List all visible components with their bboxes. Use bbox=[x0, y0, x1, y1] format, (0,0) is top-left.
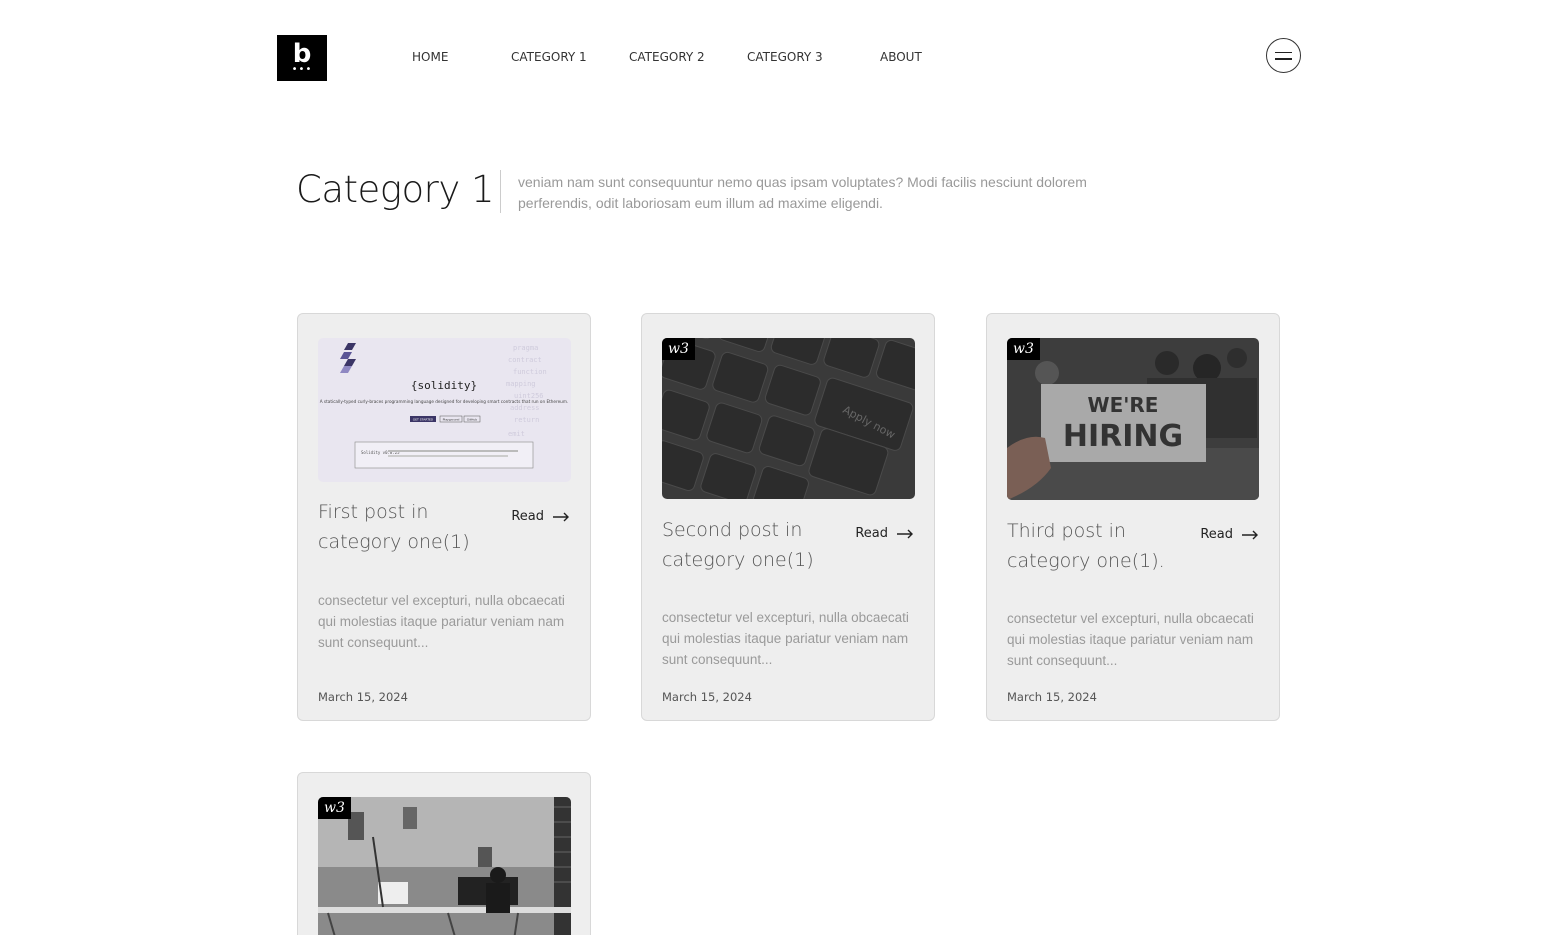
post-date: March 15, 2024 bbox=[318, 690, 408, 704]
nav-category-1[interactable]: CATEGORY 1 bbox=[511, 50, 587, 64]
logo-dots: ••• bbox=[291, 64, 313, 75]
post-thumbnail[interactable]: w3 bbox=[318, 797, 571, 935]
post-card[interactable]: w3 bbox=[297, 772, 591, 935]
svg-text:emit: emit bbox=[508, 430, 525, 438]
solidity-playground: Playground bbox=[443, 418, 460, 422]
post-excerpt: consectetur vel excepturi, nulla obcaeca… bbox=[1007, 611, 1254, 668]
w3-badge: w3 bbox=[1007, 338, 1040, 360]
solidity-brand: {solidity} bbox=[411, 379, 477, 392]
read-label: Read bbox=[1200, 527, 1233, 542]
solidity-tagline: A statically-typed curly-braces programm… bbox=[320, 399, 569, 404]
svg-text:address: address bbox=[510, 404, 540, 412]
sign-line-2: HIRING bbox=[1063, 419, 1183, 454]
svg-text:contract: contract bbox=[508, 356, 542, 364]
post-title[interactable]: Third post in category one(1). bbox=[1007, 516, 1187, 576]
solidity-get-started: GET STARTED bbox=[413, 418, 434, 422]
w3-badge: w3 bbox=[662, 338, 695, 360]
post-title[interactable]: First post in category one(1) bbox=[318, 497, 498, 557]
read-link[interactable]: Read bbox=[511, 509, 570, 524]
office-photo bbox=[318, 797, 571, 935]
site-logo[interactable]: b ••• bbox=[277, 35, 327, 81]
solidity-screenshot: pragmacontract functionmapping uint256ad… bbox=[318, 338, 571, 482]
post-card[interactable]: WE'RE HIRING w3 Third post in category o… bbox=[986, 313, 1280, 721]
post-card[interactable]: pragma contract function mapping uint256 ad… bbox=[297, 313, 591, 721]
sign-line-1: WE'RE bbox=[1088, 393, 1159, 417]
nav-about[interactable]: ABOUT bbox=[880, 50, 922, 64]
read-label: Read bbox=[511, 509, 544, 524]
logo-letter: b bbox=[292, 39, 312, 69]
nav-category-2[interactable]: CATEGORY 2 bbox=[629, 50, 705, 64]
page-description: veniam nam sunt consequuntur nemo quas i… bbox=[518, 174, 1087, 211]
svg-text:pragma: pragma bbox=[513, 344, 538, 352]
w3-badge: w3 bbox=[318, 797, 351, 819]
post-thumbnail[interactable]: WE'RE HIRING w3 bbox=[1007, 338, 1259, 500]
svg-text:function: function bbox=[513, 368, 547, 376]
nav-category-3[interactable]: CATEGORY 3 bbox=[747, 50, 823, 64]
menu-button[interactable] bbox=[1266, 38, 1301, 73]
post-excerpt: consectetur vel excepturi, nulla obcaeca… bbox=[662, 610, 909, 667]
arrow-right-icon bbox=[897, 529, 913, 538]
arrow-right-icon bbox=[553, 512, 569, 521]
nav-home[interactable]: HOME bbox=[412, 50, 448, 64]
svg-text:mapping: mapping bbox=[506, 380, 536, 388]
solidity-github: GitHub bbox=[467, 418, 477, 422]
post-date: March 15, 2024 bbox=[662, 690, 752, 704]
hamburger-icon bbox=[1275, 51, 1292, 53]
post-thumbnail[interactable]: Apply now w3 bbox=[662, 338, 915, 499]
hamburger-icon-line bbox=[1275, 58, 1292, 60]
hiring-sign-photo: WE'RE HIRING bbox=[1007, 338, 1259, 500]
post-date: March 15, 2024 bbox=[1007, 690, 1097, 704]
keyboard-photo: Apply now bbox=[662, 338, 915, 499]
post-title[interactable]: Second post in category one(1) bbox=[662, 515, 842, 575]
post-excerpt: consectetur vel excepturi, nulla obcaeca… bbox=[318, 593, 565, 650]
title-divider bbox=[500, 170, 501, 213]
arrow-right-icon bbox=[1242, 530, 1258, 539]
post-thumbnail[interactable]: pragma contract function mapping uint256 ad… bbox=[318, 338, 571, 482]
read-label: Read bbox=[855, 526, 888, 541]
page-title: Category 1 bbox=[296, 168, 495, 211]
svg-text:return: return bbox=[514, 416, 539, 424]
post-card[interactable]: Apply now w3 Second post in category one… bbox=[641, 313, 935, 721]
read-link[interactable]: Read bbox=[1200, 527, 1259, 542]
read-link[interactable]: Read bbox=[855, 526, 914, 541]
